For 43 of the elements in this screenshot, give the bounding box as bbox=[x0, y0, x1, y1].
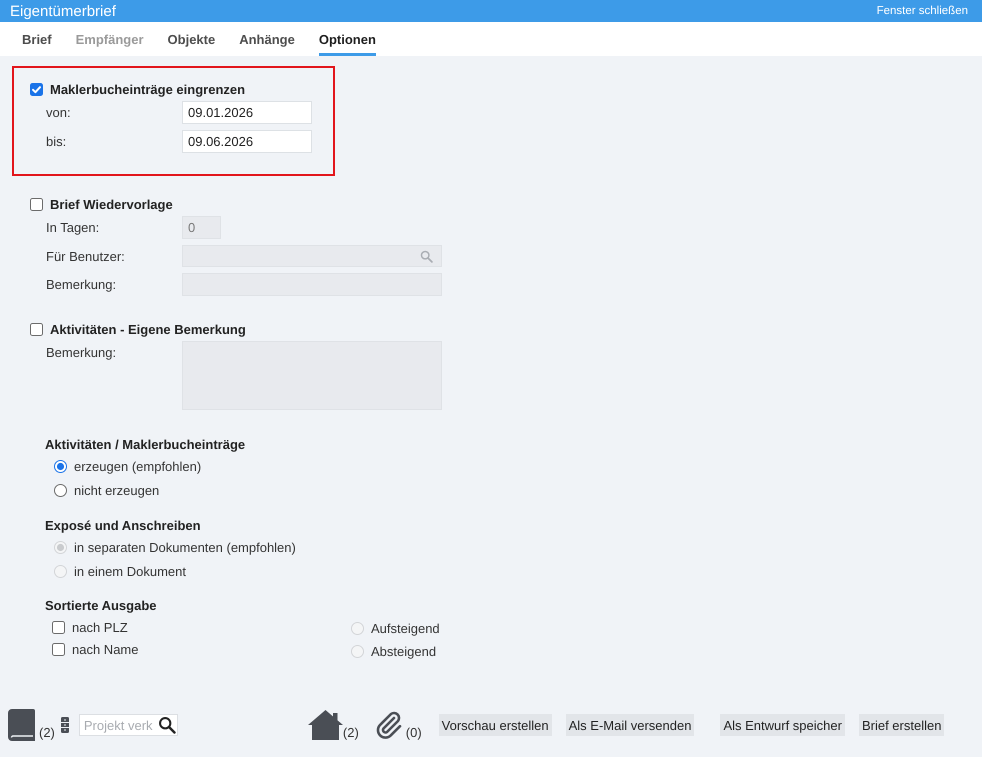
input-field[interactable]: 09.06.2026 bbox=[182, 130, 312, 153]
checkbox-label[interactable]: Aktivitäten - Eigene Bemerkung bbox=[50, 322, 246, 336]
checkbox[interactable] bbox=[30, 198, 43, 210]
count-label: (2) bbox=[342, 724, 359, 741]
checkbox-label[interactable]: Maklerbucheinträge eingrenzen bbox=[50, 82, 246, 96]
tab[interactable]: Anhänge bbox=[239, 22, 295, 56]
section-heading: Aktivitäten / Maklerbucheinträge bbox=[45, 436, 246, 452]
field-label: Bemerkung: bbox=[46, 277, 116, 292]
action-button[interactable]: Vorschau erstellen bbox=[438, 714, 552, 736]
checkbox[interactable] bbox=[30, 322, 43, 336]
field-label: Für Benutzer: bbox=[46, 248, 125, 264]
checkbox-label[interactable]: nach PLZ bbox=[72, 620, 128, 634]
checkbox-label[interactable]: Brief Wiedervorlage bbox=[50, 196, 173, 212]
house-icon[interactable] bbox=[308, 710, 343, 740]
book-icon[interactable] bbox=[8, 709, 35, 741]
action-button[interactable]: Als Entwurf speicher bbox=[720, 714, 845, 736]
tab[interactable]: Objekte bbox=[168, 22, 216, 56]
window-title: Eigentümerbrief bbox=[10, 2, 116, 20]
field-label: von: bbox=[46, 105, 71, 120]
search-icon[interactable] bbox=[158, 716, 176, 734]
checkbox[interactable] bbox=[52, 620, 65, 634]
field-label: In Tagen: bbox=[46, 220, 100, 235]
radio-button[interactable] bbox=[54, 484, 67, 496]
checkbox[interactable] bbox=[52, 642, 65, 656]
field-label: Bemerkung: bbox=[46, 344, 116, 360]
section-heading: Exposé und Anschreiben bbox=[45, 518, 201, 532]
cabinet-icon[interactable] bbox=[60, 717, 69, 733]
radio-button[interactable] bbox=[54, 460, 67, 472]
count-label: (2) bbox=[39, 724, 55, 741]
project-search-field[interactable]: Projekt verk bbox=[78, 714, 178, 736]
radio-label[interactable]: erzeugen (empfohlen) bbox=[74, 458, 202, 474]
count-label: (0) bbox=[406, 724, 422, 741]
field-label: bis: bbox=[46, 134, 66, 149]
action-button[interactable]: Brief erstellen bbox=[858, 714, 944, 736]
section-heading: Sortierte Ausgabe bbox=[45, 598, 156, 612]
input-field[interactable]: 09.01.2026 bbox=[182, 101, 312, 124]
paperclip-icon[interactable] bbox=[376, 710, 402, 740]
radio-label[interactable]: nicht erzeugen bbox=[74, 482, 160, 498]
action-button[interactable]: Als E-Mail versenden bbox=[566, 714, 694, 736]
checkbox[interactable] bbox=[30, 82, 43, 96]
checkbox-label[interactable]: nach Name bbox=[72, 642, 138, 656]
tab[interactable]: Optionen bbox=[318, 22, 376, 56]
tab[interactable]: Brief bbox=[22, 22, 52, 56]
